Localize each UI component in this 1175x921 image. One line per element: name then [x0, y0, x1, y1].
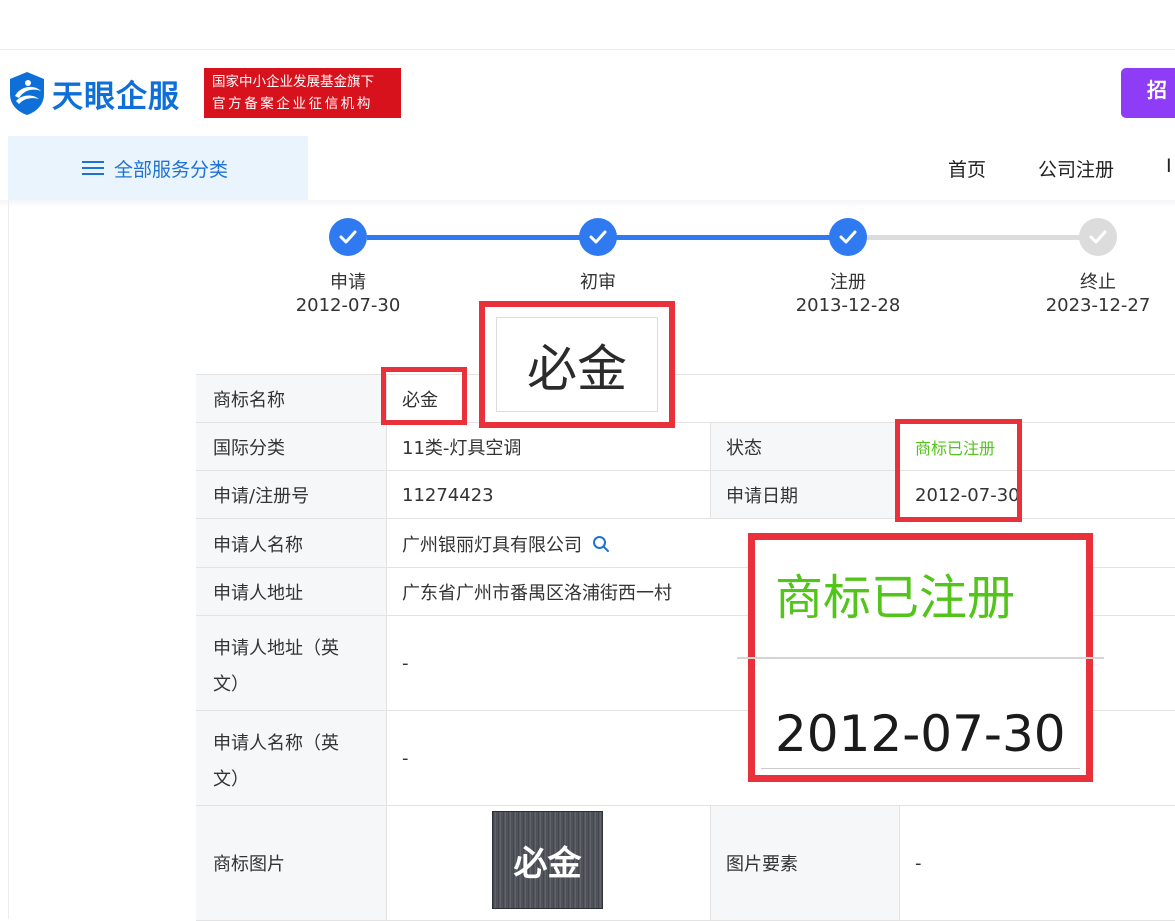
image-elements-value: -: [915, 852, 922, 874]
address-label: 申请人地址: [196, 568, 387, 616]
applicant-label: 申请人名称: [196, 519, 387, 568]
applicant-value-cell: 广州银丽灯具有限公司: [387, 519, 610, 568]
zoom-bottom-line: [761, 768, 1080, 769]
step-register-date: 2013-12-28: [795, 295, 901, 316]
official-badge: 国家中小企业发展基金旗下 官方备案企业征信机构: [204, 68, 401, 118]
step-terminate-check-icon: [1079, 218, 1117, 256]
step-apply-date: 2012-07-30: [295, 295, 401, 316]
progress-track-todo: [848, 235, 1098, 240]
intl-class-value: 11类-灯具空调: [402, 438, 522, 459]
step-terminate-date: 2023-12-27: [1045, 295, 1151, 316]
cta-label: 招: [1147, 78, 1167, 102]
table-row: 商标名称 必金: [196, 374, 1175, 423]
step-apply-name: 申请: [330, 272, 366, 293]
step-terminate-name: 终止: [1080, 272, 1116, 293]
image-elements-label: 图片要素: [710, 806, 900, 920]
highlight-status-date-box: [895, 419, 1022, 522]
address-value: 广东省广州市番禺区洛浦街西一村: [402, 583, 672, 604]
intl-class-label: 国际分类: [196, 423, 387, 471]
zoom-separator: [737, 657, 1104, 659]
zoom-date-text: 2012-07-30: [775, 705, 1066, 763]
brand-name: 天眼企服: [52, 78, 180, 115]
badge-line-1: 国家中小企业发展基金旗下: [212, 74, 374, 90]
search-icon[interactable]: [592, 535, 610, 553]
address-en-value: -: [402, 653, 409, 674]
zoom-name-text: 必金: [496, 317, 658, 412]
brand-logo[interactable]: 天眼企服: [6, 68, 180, 118]
step-register-check-icon: [829, 218, 867, 256]
name-en-label: 申请人名称（英 文）: [196, 711, 387, 806]
reg-no-value: 11274423: [402, 484, 494, 506]
status-label: 状态: [710, 423, 900, 471]
all-services-menu[interactable]: 全部服务分类: [8, 136, 308, 200]
reg-no-label: 申请/注册号: [196, 471, 387, 519]
step-review-name: 初审: [580, 272, 616, 293]
zoom-status-callout: 商标已注册 2012-07-30: [737, 533, 1104, 782]
zoom-name-callout: 必金: [479, 301, 675, 428]
trademark-name-label: 商标名称: [196, 375, 387, 423]
nav-home[interactable]: 首页: [948, 155, 986, 182]
table-row: 申请/注册号 11274423 申请日期 2012-07-30: [196, 470, 1175, 519]
content-divider: [0, 200, 1175, 208]
address-en-label: 申请人地址（英 文）: [196, 616, 387, 711]
highlight-name-box: [381, 367, 467, 425]
hamburger-icon: [82, 157, 104, 179]
step-register-name: 注册: [830, 272, 866, 293]
badge-line-2: 官方备案企业征信机构: [212, 96, 373, 112]
applicant-link[interactable]: 广州银丽灯具有限公司: [402, 531, 582, 557]
nav-next-item[interactable]: Ⅰ: [1166, 155, 1172, 177]
eye-logo-icon: [10, 72, 44, 115]
table-row: 商标图片 图片要素 -: [196, 805, 1175, 921]
trademark-image[interactable]: 必金: [492, 811, 603, 909]
apply-date-label: 申请日期: [710, 471, 900, 519]
trademark-image-text: 必金: [513, 843, 582, 884]
table-row: 国际分类 11类-灯具空调 状态 商标已注册: [196, 422, 1175, 471]
top-bar: [0, 0, 1175, 50]
zoom-status-text: 商标已注册: [775, 570, 1016, 626]
image-label: 商标图片: [196, 806, 387, 920]
step-apply-check-icon: [329, 218, 367, 256]
left-divider: [8, 200, 9, 919]
name-en-value: -: [402, 748, 409, 769]
step-review-check-icon: [579, 218, 617, 256]
cta-button[interactable]: 招: [1121, 68, 1175, 118]
nav-company-registration[interactable]: 公司注册: [1038, 155, 1114, 182]
menu-label: 全部服务分类: [114, 158, 229, 181]
